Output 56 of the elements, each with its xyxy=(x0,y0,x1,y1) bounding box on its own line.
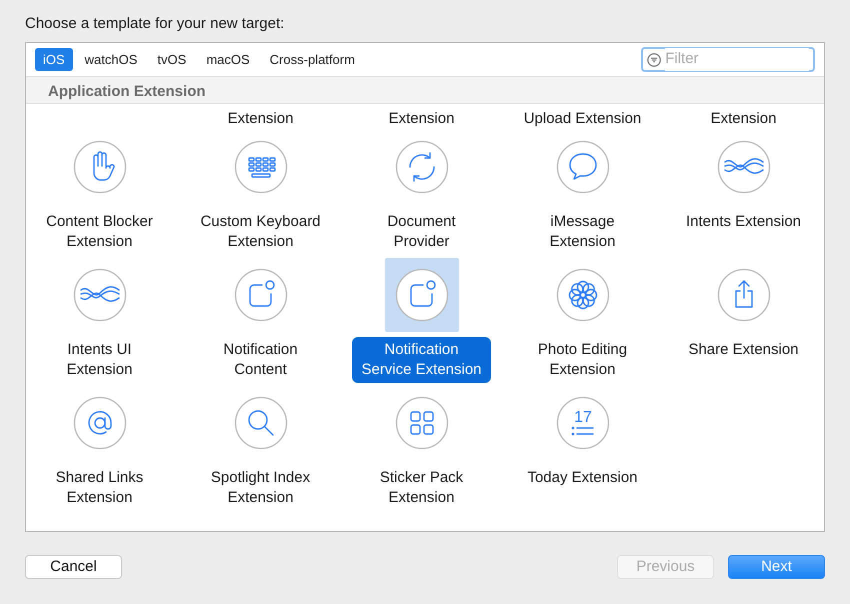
template-label: Today Extension xyxy=(526,468,639,488)
platform-tab[interactable]: tvOS xyxy=(149,48,194,72)
notification-icon xyxy=(394,268,448,322)
section-header: Application Extension xyxy=(26,77,824,104)
bubble-icon xyxy=(556,140,610,194)
dialog-button[interactable]: Cancel xyxy=(25,555,122,579)
template-tile[interactable]: Custom Keyboard Extension xyxy=(180,130,341,258)
platform-tab[interactable]: Cross-platform xyxy=(262,48,363,72)
template-label: Spotlight Index Extension xyxy=(210,468,312,508)
template-label: Intents Extension xyxy=(684,212,802,232)
platform-tab[interactable]: watchOS xyxy=(76,48,146,72)
template-label: Upload Extension xyxy=(522,108,642,128)
search-icon xyxy=(234,396,288,450)
template-tile[interactable]: Share Extension xyxy=(663,258,824,386)
template-tile[interactable]: iMessage Extension xyxy=(502,130,663,258)
waves-icon xyxy=(716,140,770,194)
template-tile[interactable]: Notification Content xyxy=(180,258,341,386)
waves-icon xyxy=(72,268,126,322)
notification-icon xyxy=(234,268,288,322)
template-label: Document Provider xyxy=(386,212,457,252)
template-label: Intents UI Extension xyxy=(66,340,134,380)
platform-tab[interactable]: macOS xyxy=(198,48,258,72)
dialog-title: Choose a template for your new target: xyxy=(24,14,286,34)
keyboard-icon xyxy=(234,140,288,194)
template-tile[interactable]: Photo Editing Extension xyxy=(502,258,663,386)
share-icon xyxy=(716,268,770,322)
calendar-icon: 17 xyxy=(556,396,610,450)
filter-field[interactable]: Filter xyxy=(641,47,815,72)
template-tile[interactable]: Content Blocker Extension xyxy=(26,130,180,258)
template-label: Share Extension xyxy=(687,340,800,360)
template-label: Custom Keyboard Extension xyxy=(199,212,322,252)
template-label: Extension xyxy=(388,108,456,128)
template-label: Photo Editing Extension xyxy=(536,340,628,380)
template-tile[interactable]: Shared Links Extension xyxy=(26,386,180,514)
template-label: iMessage Extension xyxy=(548,212,616,252)
hand-icon xyxy=(72,140,126,194)
grid-icon xyxy=(394,396,448,450)
filter-icon xyxy=(647,52,662,68)
template-label: Notification Service Extension xyxy=(352,337,491,383)
template-label: Content Blocker Extension xyxy=(45,212,154,252)
template-tile[interactable]: Spotlight Index Extension xyxy=(180,386,341,514)
flower-icon xyxy=(556,268,610,322)
template-tile[interactable]: Document Provider xyxy=(341,130,502,258)
template-tile[interactable]: Intents Extension xyxy=(663,130,824,258)
template-label: Sticker Pack Extension xyxy=(378,468,464,508)
platform-tab[interactable]: iOS xyxy=(35,48,73,72)
at-icon xyxy=(72,396,126,450)
template-tile[interactable]: Intents UI Extension xyxy=(26,258,180,386)
template-tile[interactable]: Sticker Pack Extension xyxy=(341,386,502,514)
template-label: Extension xyxy=(226,108,294,128)
template-label: Shared Links Extension xyxy=(54,468,144,508)
sync-icon xyxy=(394,140,448,194)
template-label: Extension xyxy=(710,108,778,128)
template-tile[interactable]: 17 Today Extension xyxy=(502,386,663,514)
template-tile[interactable]: Notification Service Extension xyxy=(341,258,502,386)
template-label: Notification Content xyxy=(222,340,299,380)
